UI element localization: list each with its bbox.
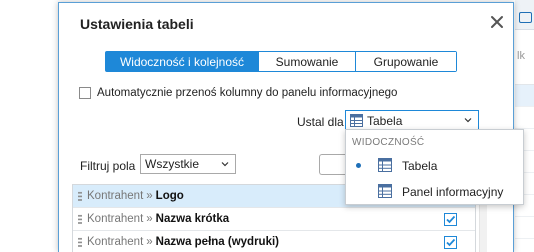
dialog-title: Ustawienia tabeli bbox=[80, 16, 194, 32]
dropdown-section-header: WIDOCZNOŚĆ bbox=[352, 137, 425, 148]
list-item[interactable]: Kontrahent » Nazwa krótka bbox=[73, 208, 475, 231]
checkmark-icon bbox=[446, 238, 456, 247]
dropdown-item-label: Panel informacyjny bbox=[402, 185, 504, 199]
row-visible-checkbox[interactable] bbox=[444, 236, 457, 249]
filter-label: Filtruj pola bbox=[80, 159, 136, 173]
row-field: Logo bbox=[155, 190, 184, 202]
table-icon bbox=[378, 158, 392, 172]
auto-move-option: Automatycznie przenoś kolumny do panelu … bbox=[79, 87, 397, 99]
filter-value: Wszystkie bbox=[145, 157, 199, 171]
row-separator: » bbox=[146, 190, 153, 202]
row-separator: » bbox=[146, 213, 153, 225]
drag-handle-icon[interactable] bbox=[78, 214, 82, 225]
filter-select[interactable]: Wszystkie bbox=[140, 154, 236, 174]
checkmark-icon bbox=[446, 215, 456, 224]
row-separator: » bbox=[146, 236, 153, 248]
dropdown-item-label: Tabela bbox=[402, 159, 438, 173]
background-row bbox=[515, 217, 534, 239]
table-icon bbox=[350, 114, 363, 127]
tab-summing[interactable]: Sumowanie bbox=[259, 52, 356, 71]
close-button[interactable] bbox=[489, 14, 505, 30]
window-icon[interactable] bbox=[519, 12, 532, 23]
table-settings-dialog: Ustawienia tabeli Widoczność i kolejność… bbox=[58, 2, 514, 252]
drag-handle-icon[interactable] bbox=[78, 237, 82, 248]
settings-tabs: Widoczność i kolejność Sumowanie Grupowa… bbox=[105, 51, 457, 72]
tab-grouping[interactable]: Grupowanie bbox=[356, 52, 456, 71]
background-toolbar bbox=[515, 0, 534, 30]
tab-visibility-order[interactable]: Widoczność i kolejność bbox=[106, 52, 259, 71]
row-parent: Kontrahent bbox=[87, 190, 144, 202]
dropdown-item-tabela[interactable]: Tabela bbox=[346, 154, 523, 176]
row-parent: Kontrahent bbox=[87, 236, 144, 248]
row-field: Nazwa pełna (wydruki) bbox=[155, 236, 280, 248]
background-row bbox=[515, 107, 534, 129]
close-icon bbox=[491, 16, 503, 28]
ustal-dla-value: Tabela bbox=[367, 113, 403, 128]
auto-move-checkbox[interactable] bbox=[79, 87, 91, 99]
background-column-header: lk bbox=[515, 30, 534, 85]
dropdown-item-panel[interactable]: Panel informacyjny bbox=[346, 180, 523, 202]
ustal-dla-label: Ustal dla bbox=[297, 115, 344, 129]
chevron-down-icon bbox=[221, 162, 229, 167]
selected-bullet-icon bbox=[356, 163, 361, 168]
ustal-dla-dropdown: WIDOCZNOŚĆ Tabela Panel informacyjny bbox=[345, 129, 524, 205]
row-parent: Kontrahent bbox=[87, 213, 144, 225]
ustal-dla-select[interactable]: Tabela bbox=[345, 110, 479, 131]
row-visible-checkbox[interactable] bbox=[444, 213, 457, 226]
drag-handle-icon[interactable] bbox=[78, 191, 82, 202]
background-row bbox=[515, 85, 534, 107]
table-icon bbox=[378, 184, 392, 198]
list-item[interactable]: Kontrahent » Nazwa pełna (wydruki) bbox=[73, 231, 475, 252]
row-field: Nazwa krótka bbox=[155, 213, 230, 225]
auto-move-label: Automatycznie przenoś kolumny do panelu … bbox=[97, 87, 398, 99]
chevron-down-icon bbox=[464, 118, 472, 123]
